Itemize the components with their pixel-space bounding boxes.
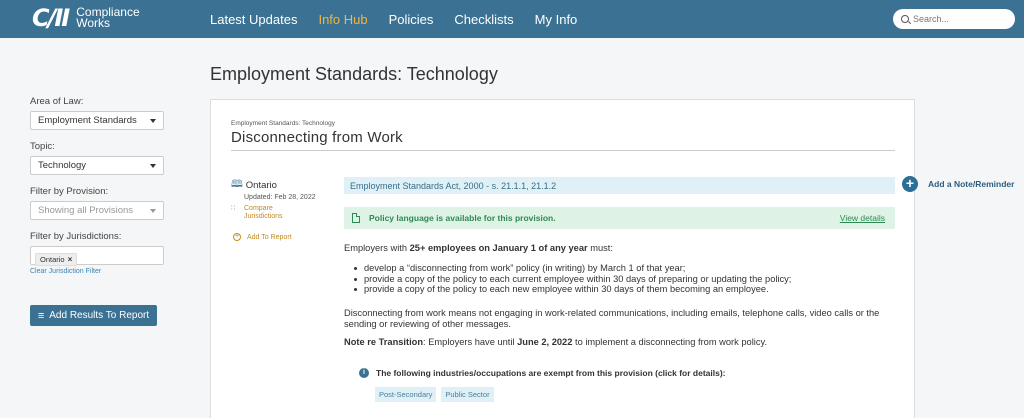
- provision-card: Employment Standards: Technology Disconn…: [210, 99, 915, 418]
- card-breadcrumb: Employment Standards: Technology: [231, 120, 335, 127]
- policy-alert: Policy language is available for this pr…: [344, 207, 895, 229]
- plus-icon: +: [902, 176, 918, 192]
- nav-latest-updates[interactable]: Latest Updates: [210, 12, 297, 27]
- tag-public-sector[interactable]: Public Sector: [441, 387, 494, 402]
- provision-select[interactable]: Showing all Provisions: [30, 201, 164, 220]
- nav-my-info[interactable]: My Info: [535, 12, 578, 27]
- policy-alert-text: Policy language is available for this pr…: [369, 213, 556, 223]
- exemption-tags: Post-Secondary Public Sector: [375, 387, 499, 402]
- topic-select[interactable]: Technology: [30, 156, 164, 175]
- tag-post-secondary[interactable]: Post-Secondary: [375, 387, 437, 402]
- document-icon: [352, 213, 360, 223]
- card-title: Disconnecting from Work: [231, 129, 403, 146]
- filter-sidebar: Area of Law: Employment Standards Topic:…: [30, 96, 165, 275]
- nav-policies[interactable]: Policies: [389, 12, 434, 27]
- add-results-to-report-button[interactable]: ≡ Add Results To Report: [30, 305, 157, 326]
- note-label: Note re Transition: [344, 337, 424, 347]
- compare-jurisdictions-link[interactable]: ∷ Compare Jurisdictions: [231, 205, 283, 221]
- intro-paragraph: Employers with 25+ employees on January …: [344, 243, 899, 254]
- area-of-law-value: Employment Standards: [38, 115, 137, 126]
- chip-label: Ontario: [40, 255, 65, 264]
- nav-info-hub[interactable]: Info Hub: [318, 12, 367, 27]
- map-icon: 🕮: [231, 179, 243, 190]
- intro-text: Employers with: [344, 243, 410, 253]
- add-note-reminder-button[interactable]: + Add a Note/Reminder: [902, 176, 1014, 192]
- jurisdiction-chip-ontario: Ontario ×: [35, 253, 78, 266]
- caret-down-icon: [150, 208, 156, 213]
- nav-checklists[interactable]: Checklists: [454, 12, 513, 27]
- add-results-label: Add Results To Report: [49, 310, 150, 321]
- logo-text-line2: Works: [76, 16, 111, 30]
- clear-jurisdiction-filter-link[interactable]: Clear Jurisdiction Filter: [30, 268, 165, 275]
- transition-note: Note re Transition: Employers have until…: [344, 337, 899, 348]
- list-item: provide a copy of the policy to each cur…: [351, 274, 791, 285]
- top-nav-bar: C/II Compliance Works Latest Updates Inf…: [0, 0, 1024, 38]
- logo-text: Compliance Works: [76, 6, 139, 30]
- note-text: : Employers have until: [423, 337, 518, 347]
- list-item: develop a “disconnecting from work” poli…: [351, 263, 791, 274]
- list-item: provide a copy of the policy to each new…: [351, 284, 791, 295]
- caret-down-icon: [150, 163, 156, 168]
- intro-bold: 25+ employees on January 1 of any year: [409, 243, 588, 253]
- note-text-end: to implement a disconnecting from work p…: [572, 337, 768, 347]
- note-date: June 2, 2022: [517, 337, 573, 347]
- area-of-law-label: Area of Law:: [30, 96, 84, 107]
- plus-circle-icon: +: [233, 233, 241, 241]
- search-icon: [901, 15, 909, 23]
- chip-remove-icon[interactable]: ×: [68, 255, 73, 264]
- nav-links: Latest Updates Info Hub Policies Checkli…: [210, 0, 598, 38]
- provision-value: Showing all Provisions: [38, 205, 134, 216]
- compare-label-line1: Compare: [244, 205, 273, 212]
- area-of-law-select[interactable]: Employment Standards: [30, 111, 164, 130]
- info-icon: i: [359, 368, 369, 378]
- requirements-list: develop a “disconnecting from work” poli…: [351, 263, 791, 295]
- definition-paragraph: Disconnecting from work means not engagi…: [344, 308, 880, 329]
- add-to-report-link[interactable]: + Add To Report: [233, 233, 292, 241]
- view-details-link[interactable]: View details: [840, 213, 885, 223]
- topic-value: Technology: [38, 160, 87, 171]
- exemptions-heading: i The following industries/occupations a…: [359, 368, 726, 378]
- page-title: Employment Standards: Technology: [210, 64, 498, 84]
- search-input[interactable]: [913, 14, 1008, 24]
- jurisdictions-label: Filter by Jurisdictions:: [30, 231, 122, 242]
- compare-label-line2: Jurisdictions: [244, 213, 283, 220]
- caret-down-icon: [150, 118, 156, 123]
- add-list-icon: ≡: [37, 309, 45, 322]
- jurisdictions-multiselect[interactable]: Ontario ×: [30, 246, 164, 266]
- logo-mark: C/II: [32, 4, 70, 32]
- provision-label: Filter by Provision:: [30, 186, 109, 197]
- divider: [231, 150, 895, 151]
- jurisdiction-info: 🕮 Ontario Updated: Feb 28, 2022: [231, 177, 316, 201]
- search-box[interactable]: [893, 9, 1015, 29]
- exemptions-text: The following industries/occupations are…: [376, 368, 726, 378]
- add-to-report-label: Add To Report: [247, 233, 292, 241]
- add-note-label: Add a Note/Reminder: [928, 179, 1015, 189]
- updated-date: Updated: Feb 28, 2022: [244, 194, 316, 201]
- jurisdiction-name: Ontario: [245, 180, 277, 191]
- act-reference[interactable]: Employment Standards Act, 2000 - s. 21.1…: [344, 177, 895, 194]
- logo[interactable]: C/II Compliance Works: [32, 6, 140, 30]
- compare-icon: ∷: [231, 205, 236, 212]
- intro-text-end: must:: [587, 243, 613, 253]
- topic-label: Topic:: [30, 141, 55, 152]
